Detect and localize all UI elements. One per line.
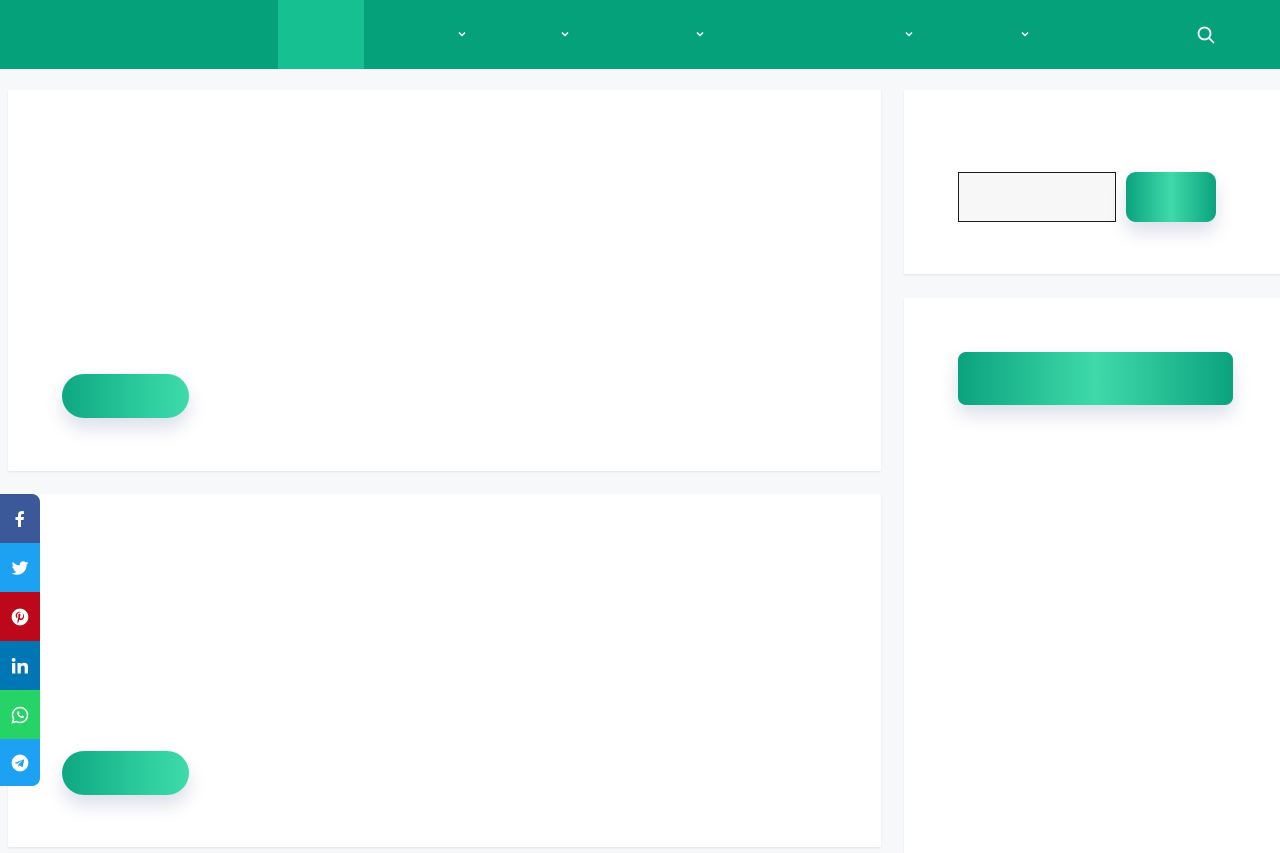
telegram-icon [11, 754, 29, 771]
pinterest-icon [11, 608, 29, 625]
chevron-down-icon[interactable] [694, 28, 706, 40]
chevron-down-icon[interactable] [1019, 28, 1031, 40]
facebook-share-button[interactable] [0, 494, 40, 543]
twitter-share-button[interactable] [0, 543, 40, 592]
whatsapp-share-button[interactable] [0, 690, 40, 739]
whatsapp-icon [11, 706, 29, 724]
search-input[interactable] [958, 172, 1116, 222]
pinterest-share-button[interactable] [0, 592, 40, 641]
chevron-down-icon[interactable] [903, 28, 915, 40]
header-search-button[interactable] [1196, 25, 1216, 45]
sidebar-cta-button[interactable] [958, 352, 1233, 405]
linkedin-share-button[interactable] [0, 641, 40, 690]
search-submit-button[interactable] [1126, 172, 1216, 222]
read-more-button[interactable] [62, 374, 189, 418]
nav-item-active[interactable] [278, 0, 364, 69]
telegram-share-button[interactable] [0, 739, 40, 786]
twitter-icon [11, 560, 29, 575]
site-header [0, 0, 1280, 69]
chevron-down-icon[interactable] [559, 28, 571, 40]
search-icon [1197, 26, 1215, 44]
facebook-icon [15, 510, 24, 527]
linkedin-icon [11, 657, 28, 673]
read-more-button[interactable] [62, 751, 189, 795]
chevron-down-icon[interactable] [456, 28, 468, 40]
